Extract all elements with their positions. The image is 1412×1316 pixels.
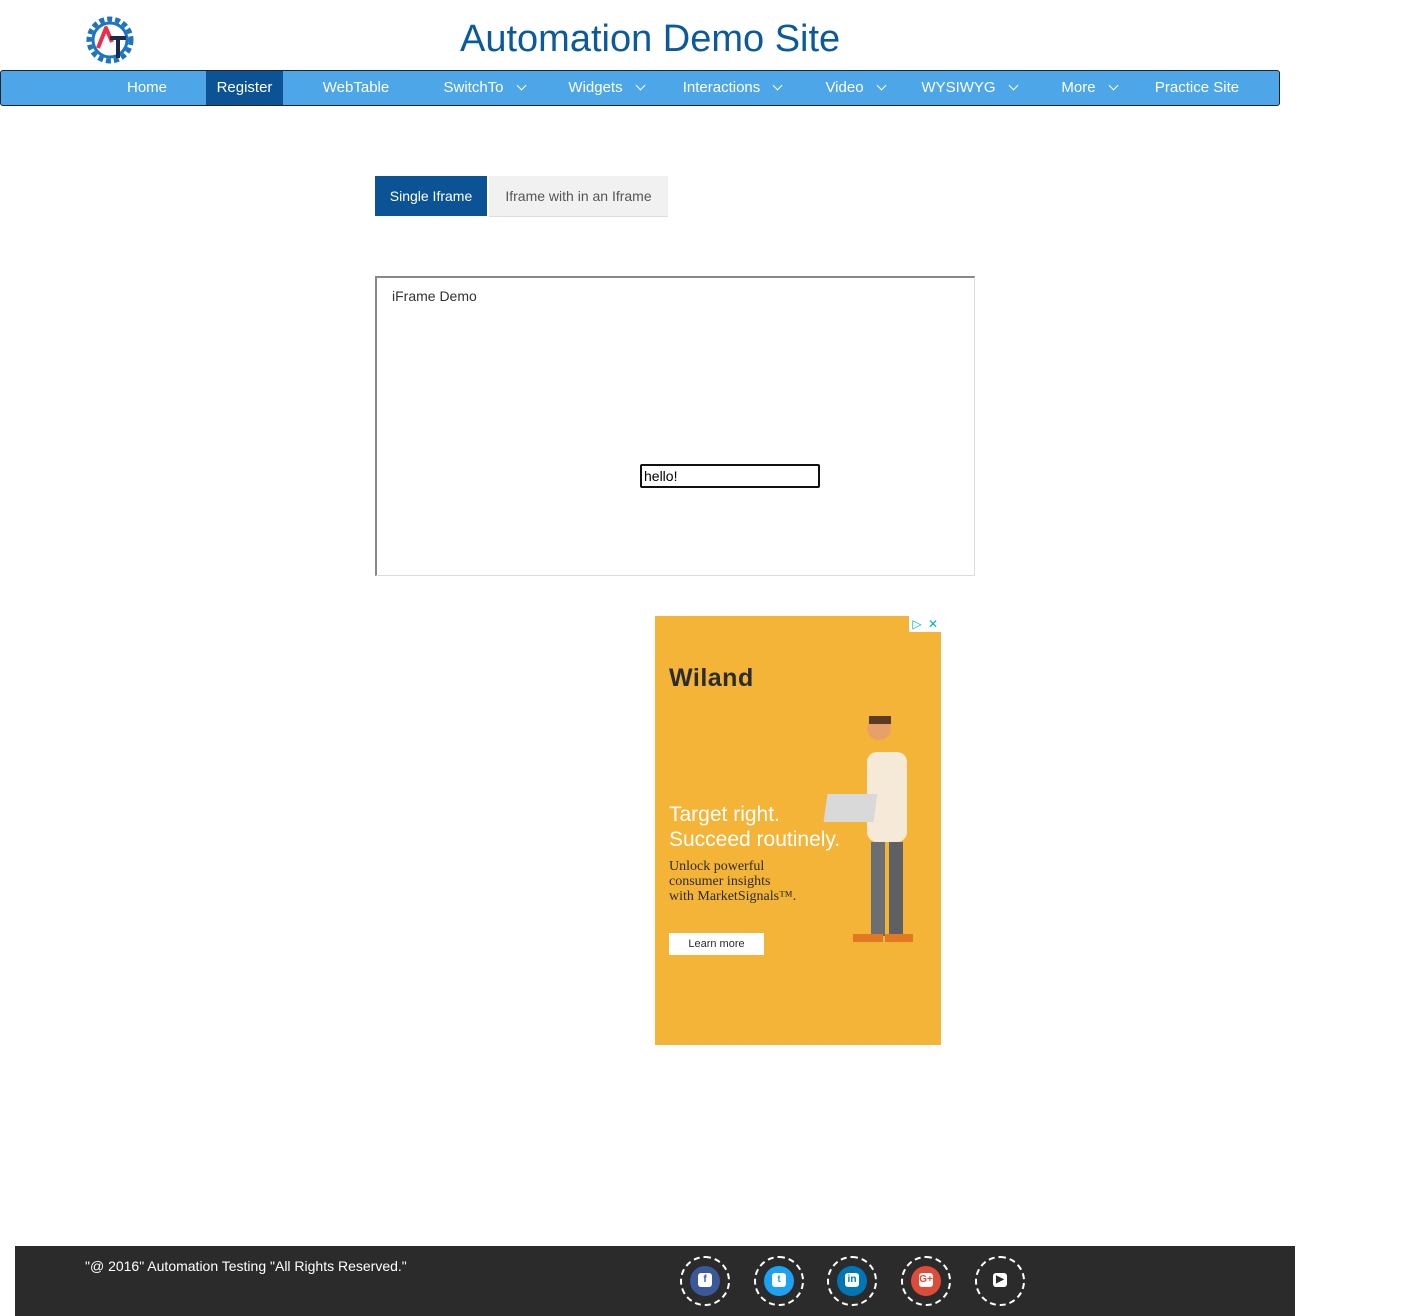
adchoices-icon[interactable]: ▷ <box>909 616 925 632</box>
nav-label: Video <box>825 79 864 96</box>
chevron-down-icon <box>516 80 526 91</box>
single-iframe-frame: iFrame Demo <box>375 276 975 576</box>
youtube-link[interactable]: ▶ <box>975 1256 1025 1306</box>
ad-subtext-line: Unlock powerful <box>669 859 765 874</box>
nav-item-interactions[interactable]: Interactions <box>671 71 793 105</box>
nav-item-switchto[interactable]: SwitchTo <box>429 71 539 105</box>
nav-item-video[interactable]: Video <box>809 71 901 105</box>
ad-headline: Target right. Succeed routinely. <box>669 802 869 852</box>
facebook-icon: f <box>690 1266 720 1296</box>
nav-item-home[interactable]: Home <box>111 71 183 105</box>
facebook-glyph: f <box>698 1273 712 1287</box>
nav-item-register[interactable]: Register <box>206 71 283 105</box>
ad-headline-line: Target right. <box>669 803 780 826</box>
ad-subtext-line: with MarketSignals™. <box>669 889 797 904</box>
twitter-link[interactable]: t <box>754 1256 804 1306</box>
ad-controls: ▷ ✕ <box>909 616 941 632</box>
chevron-down-icon <box>1108 80 1119 91</box>
google-plus-glyph: G+ <box>919 1273 933 1287</box>
facebook-link[interactable]: f <box>680 1256 730 1306</box>
nav-label: WYSIWYG <box>921 79 996 96</box>
tab-iframe-within-iframe[interactable]: Iframe with in an Iframe <box>489 176 668 217</box>
ad-learn-more-button[interactable]: Learn more <box>669 933 764 955</box>
chevron-down-icon <box>1008 80 1019 91</box>
nav-label: SwitchTo <box>443 79 504 96</box>
iframe-demo-label: iFrame Demo <box>392 288 477 304</box>
nav-label: More <box>1061 79 1096 96</box>
nav-label: Practice Site <box>1154 79 1240 96</box>
site-title: Automation Demo Site <box>460 18 841 60</box>
nav-item-webtable[interactable]: WebTable <box>311 71 401 105</box>
ad-brand: Wiland <box>669 664 754 692</box>
google-plus-icon: G+ <box>911 1266 941 1296</box>
ad-headline-line: Succeed routinely. <box>669 828 841 851</box>
chevron-down-icon <box>635 80 646 91</box>
ad-subtext: Unlock powerful consumer insights with M… <box>669 859 819 904</box>
footer-copyright: "@ 2016" Automation Testing "All Rights … <box>85 1258 407 1274</box>
twitter-glyph: t <box>772 1273 786 1287</box>
nav-item-wysiwyg[interactable]: WYSIWYG <box>913 71 1025 105</box>
footer: "@ 2016" Automation Testing "All Rights … <box>15 1246 1295 1316</box>
nav-label: Home <box>126 79 167 96</box>
site-logo-icon[interactable] <box>84 14 136 66</box>
youtube-icon: ▶ <box>985 1266 1015 1296</box>
close-icon[interactable]: ✕ <box>925 616 941 632</box>
chevron-down-icon <box>772 80 783 91</box>
iframe-text-input[interactable] <box>640 464 820 488</box>
nav-label: Register <box>216 79 273 96</box>
chevron-down-icon <box>876 80 886 91</box>
advertisement[interactable]: ▷ ✕ Wiland Target right. Succeed routine… <box>655 616 941 1045</box>
nav-item-practice-site[interactable]: Practice Site <box>1147 71 1247 105</box>
google-plus-link[interactable]: G+ <box>901 1256 951 1306</box>
nav-label: WebTable <box>322 79 390 96</box>
linkedin-icon: in <box>837 1266 867 1296</box>
twitter-icon: t <box>764 1266 794 1296</box>
nav-item-more[interactable]: More <box>1047 71 1131 105</box>
main-navbar: Home Register WebTable SwitchTo Widgets … <box>0 70 1280 106</box>
linkedin-link[interactable]: in <box>827 1256 877 1306</box>
nav-item-widgets[interactable]: Widgets <box>553 71 659 105</box>
nav-label: Widgets <box>568 79 623 96</box>
ad-subtext-line: consumer insights <box>669 874 771 889</box>
linkedin-glyph: in <box>845 1273 859 1287</box>
youtube-glyph: ▶ <box>993 1273 1007 1287</box>
nav-label: Interactions <box>682 79 761 96</box>
tab-single-iframe[interactable]: Single Iframe <box>375 176 487 216</box>
